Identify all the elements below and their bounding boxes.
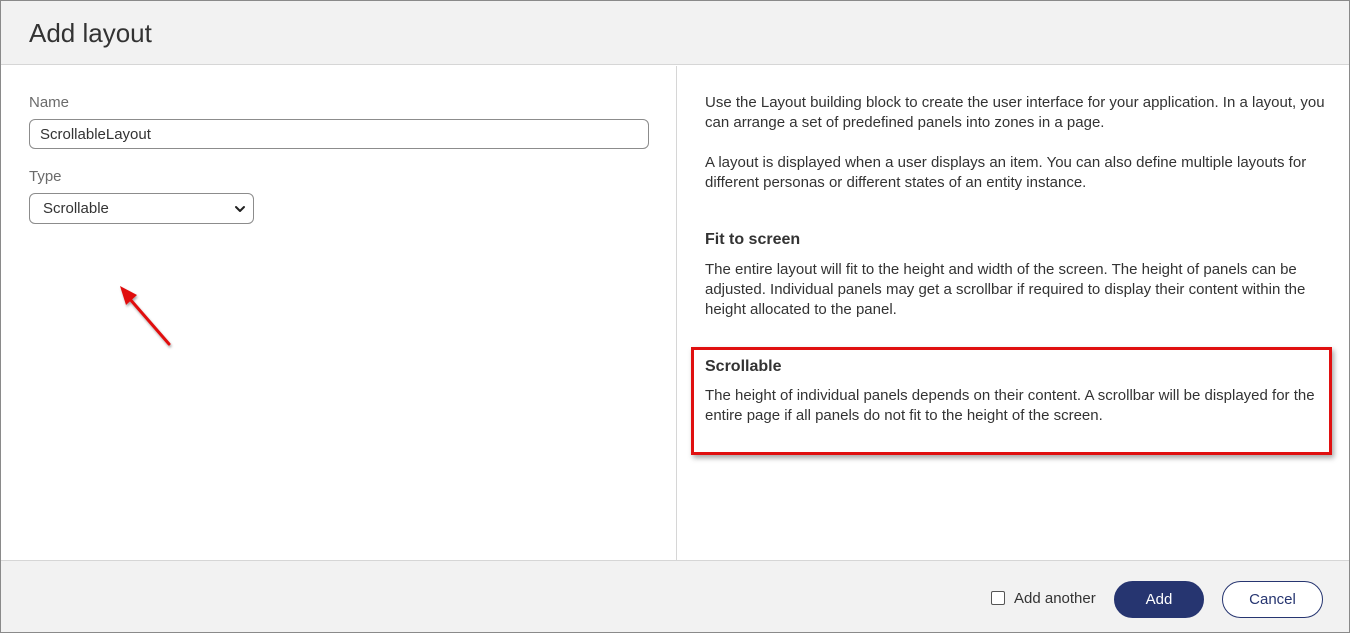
help-intro-1: Use the Layout building block to create … <box>705 94 1325 131</box>
cancel-button[interactable]: Cancel <box>1222 581 1323 618</box>
scrollable-description: The height of individual panels depends … <box>705 387 1315 424</box>
help-intro-2: A layout is displayed when a user displa… <box>705 154 1307 191</box>
form-pane: Name Type Scrollable <box>1 66 676 560</box>
fit-to-screen-description: The entire layout will fit to the height… <box>705 261 1306 318</box>
scrollable-title: Scrollable <box>705 358 782 375</box>
name-input[interactable] <box>29 119 649 149</box>
add-another-checkbox[interactable] <box>991 591 1005 605</box>
chevron-down-icon <box>235 206 245 212</box>
add-button[interactable]: Add <box>1114 581 1204 618</box>
annotation-arrow-icon <box>120 286 171 346</box>
dialog-header: Add layout <box>1 1 1349 65</box>
add-layout-dialog: Add layout Name Type Scrollable Use the <box>0 0 1350 633</box>
fit-to-screen-title: Fit to screen <box>705 231 801 248</box>
type-label: Type <box>29 168 62 185</box>
type-select-value: Scrollable <box>43 200 109 217</box>
name-label: Name <box>29 94 70 111</box>
dialog-title: Add layout <box>29 18 152 48</box>
help-pane: Use the Layout building block to create … <box>677 66 1349 560</box>
add-another-label[interactable]: Add another <box>1014 590 1096 607</box>
type-select[interactable]: Scrollable <box>29 193 254 224</box>
dialog-footer: Add another Add Cancel <box>1 560 1349 632</box>
